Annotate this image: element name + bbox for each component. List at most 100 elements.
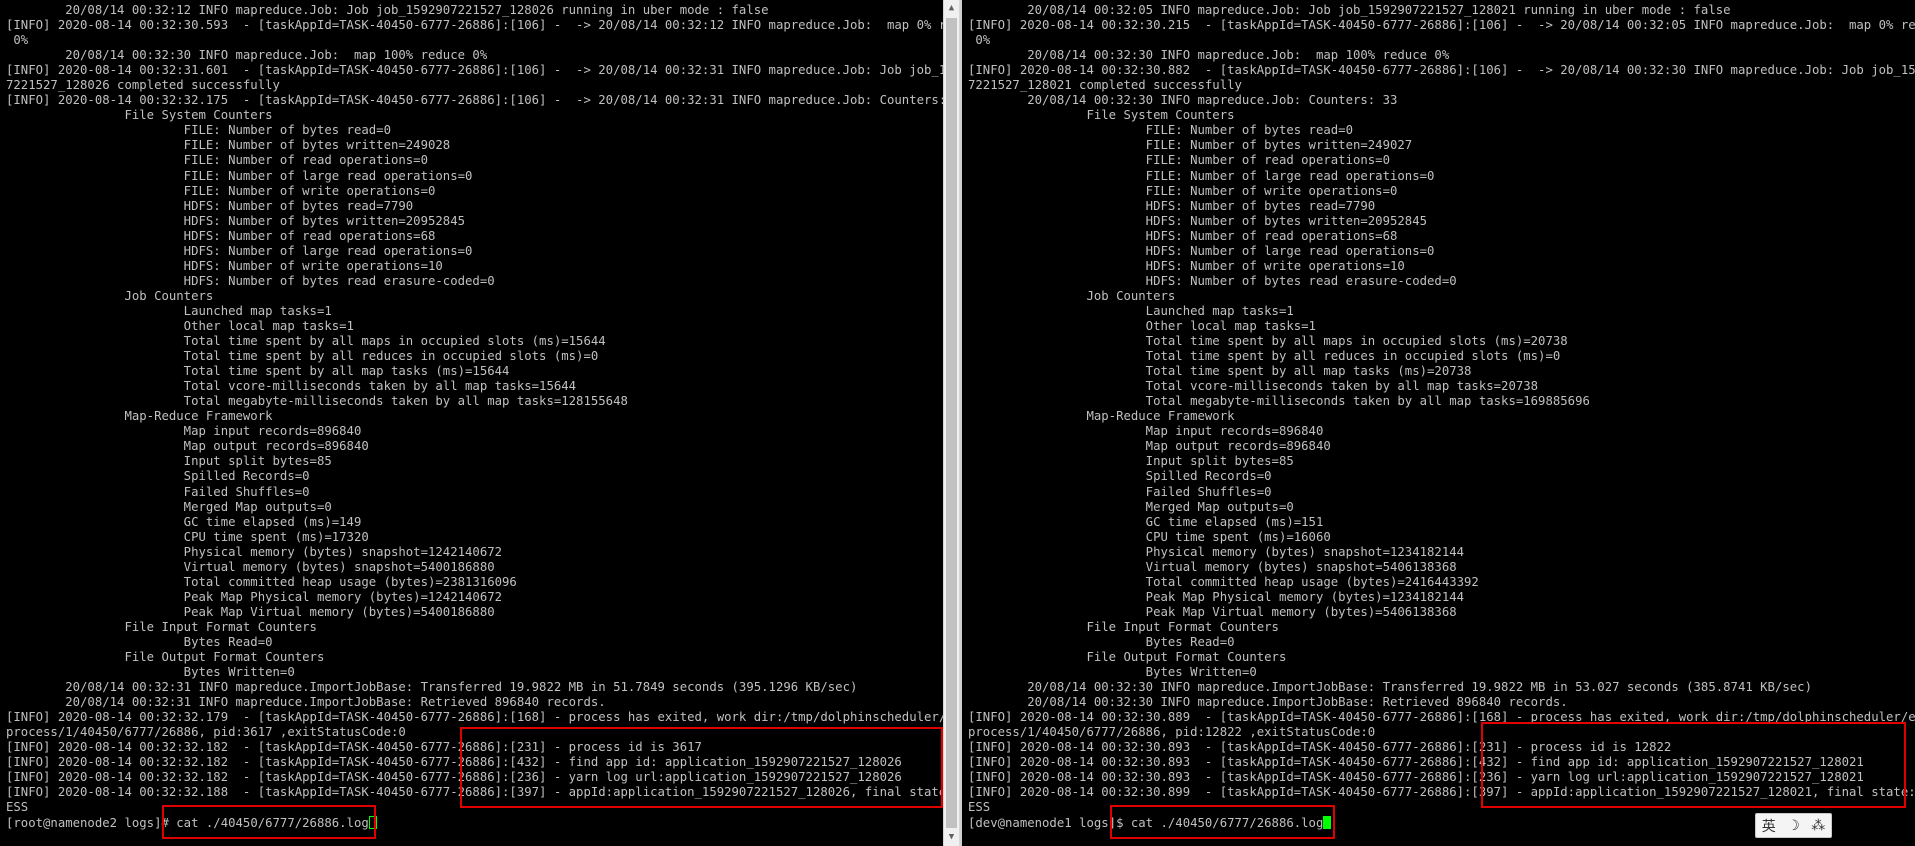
right-terminal-output-line: [INFO] 2020-08-14 00:32:30.882 - [taskAp… <box>968 63 1915 78</box>
right-terminal-output-line: FILE: Number of write operations=0 <box>968 183 1398 198</box>
left-terminal-output-line: CPU time spent (ms)=17320 <box>6 529 369 544</box>
left-terminal-output-line: ESS <box>6 800 29 815</box>
left-terminal-output-line: HDFS: Number of read operations=68 <box>6 228 436 243</box>
left-terminal-output-line: Input split bytes=85 <box>6 454 332 469</box>
right-terminal-output-line: HDFS: Number of bytes written=20952845 <box>968 213 1428 228</box>
right-terminal-pane[interactable]: 20/08/14 00:32:05 INFO mapreduce.Job: Jo… <box>962 0 1915 846</box>
left-terminal-output-line: [INFO] 2020-08-14 00:32:32.188 - [taskAp… <box>6 785 943 800</box>
left-terminal-output-line: 20/08/14 00:32:30 INFO mapreduce.Job: ma… <box>6 48 488 63</box>
right-terminal-output-line: CPU time spent (ms)=16060 <box>968 529 1331 544</box>
right-terminal-output-line: Virtual memory (bytes) snapshot=54061383… <box>968 559 1457 574</box>
left-terminal-output-line: File System Counters <box>6 108 273 123</box>
left-terminal-output-line: HDFS: Number of write operations=10 <box>6 258 443 273</box>
right-terminal-output-line: FILE: Number of large read operations=0 <box>968 168 1435 183</box>
right-terminal-output-line: FILE: Number of bytes read=0 <box>968 123 1353 138</box>
right-terminal-output: 20/08/14 00:32:05 INFO mapreduce.Job: Jo… <box>968 3 1915 831</box>
right-terminal-output-line: Total time spent by all maps in occupied… <box>968 334 1568 349</box>
right-terminal-output-line: Job Counters <box>968 288 1176 303</box>
right-terminal-output-line: File System Counters <box>968 108 1235 123</box>
right-terminal-output-line: FILE: Number of read operations=0 <box>968 153 1390 168</box>
left-scrollbar-thumb[interactable] <box>946 18 957 828</box>
right-terminal-output-line: Bytes Written=0 <box>968 665 1257 680</box>
left-terminal-output-line: FILE: Number of read operations=0 <box>6 153 428 168</box>
right-terminal-output-line: 0% <box>968 33 991 48</box>
left-terminal-output-line: [INFO] 2020-08-14 00:32:32.182 - [taskAp… <box>6 755 902 770</box>
left-terminal-output-line: Map input records=896840 <box>6 424 362 439</box>
right-terminal-output-line: GC time elapsed (ms)=151 <box>968 514 1324 529</box>
left-terminal-output-line: File Input Format Counters <box>6 619 317 634</box>
left-terminal-output-line: HDFS: Number of large read operations=0 <box>6 243 473 258</box>
right-terminal-output-line: HDFS: Number of bytes read erasure-coded… <box>968 273 1457 288</box>
right-terminal-output-line: Map-Reduce Framework <box>968 409 1235 424</box>
left-terminal-output-line: [INFO] 2020-08-14 00:32:32.179 - [taskAp… <box>6 710 943 725</box>
left-terminal-output-line: [INFO] 2020-08-14 00:32:31.601 - [taskAp… <box>6 63 943 78</box>
left-terminal-output-line: FILE: Number of large read operations=0 <box>6 168 473 183</box>
moon-icon[interactable]: ☽ <box>1787 818 1800 834</box>
left-terminal-output-line: File Output Format Counters <box>6 650 325 665</box>
left-terminal-output-line: HDFS: Number of bytes written=20952845 <box>6 213 466 228</box>
right-terminal-output-line: 20/08/14 00:32:30 INFO mapreduce.Job: Co… <box>968 93 1398 108</box>
right-terminal-output-line: Map output records=896840 <box>968 439 1331 454</box>
punctuation-icon[interactable]: ⁂ <box>1811 818 1825 834</box>
left-terminal-output-line: [INFO] 2020-08-14 00:32:30.593 - [taskAp… <box>6 18 943 33</box>
left-prompt-line[interactable]: [root@namenode2 logs]# cat ./40450/6777/… <box>6 815 937 831</box>
ime-language-toggle[interactable]: 英 <box>1762 816 1776 836</box>
left-terminal-output-line: Launched map tasks=1 <box>6 303 332 318</box>
right-terminal-output-line: Total time spent by all reduces in occup… <box>968 349 1561 364</box>
right-terminal-output-line: Input split bytes=85 <box>968 454 1294 469</box>
left-terminal-output-line: Merged Map outputs=0 <box>6 499 332 514</box>
right-terminal-output-line: 20/08/14 00:32:30 INFO mapreduce.ImportJ… <box>968 695 1568 710</box>
right-terminal-output-line: Map input records=896840 <box>968 424 1324 439</box>
left-terminal-output-line: [INFO] 2020-08-14 00:32:32.182 - [taskAp… <box>6 740 702 755</box>
left-terminal-output-line: Bytes Read=0 <box>6 634 273 649</box>
ime-toolbar[interactable]: 英 ☽ ⁂ <box>1755 813 1832 838</box>
right-terminal-output-line: [INFO] 2020-08-14 00:32:30.899 - [taskAp… <box>968 785 1915 800</box>
left-terminal-output-line: Job Counters <box>6 288 214 303</box>
right-terminal-output-line: Total committed heap usage (bytes)=24164… <box>968 574 1479 589</box>
right-terminal-output-line: Peak Map Virtual memory (bytes)=54061383… <box>968 604 1457 619</box>
right-terminal-output-line: Merged Map outputs=0 <box>968 499 1294 514</box>
left-terminal-output-line: FILE: Number of write operations=0 <box>6 183 436 198</box>
right-terminal-output-line: Physical memory (bytes) snapshot=1234182… <box>968 544 1465 559</box>
left-terminal-output-line: process/1/40450/6777/26886, pid:3617 ,ex… <box>6 725 406 740</box>
left-terminal-output-line: Peak Map Virtual memory (bytes)=54001868… <box>6 604 495 619</box>
left-terminal-output-line: [INFO] 2020-08-14 00:32:32.182 - [taskAp… <box>6 770 902 785</box>
left-terminal-output-line: Spilled Records=0 <box>6 469 310 484</box>
left-terminal-output-line: GC time elapsed (ms)=149 <box>6 514 362 529</box>
left-prompt: [root@namenode2 logs]# <box>6 815 177 830</box>
right-terminal-output-line: Total megabyte-milliseconds taken by all… <box>968 394 1590 409</box>
right-terminal-output-line: File Input Format Counters <box>968 619 1279 634</box>
left-terminal-output-line: 7221527_128026 completed successfully <box>6 78 280 93</box>
right-terminal-output-line: [INFO] 2020-08-14 00:32:30.893 - [taskAp… <box>968 755 1864 770</box>
scroll-up-arrow-icon[interactable]: ▲ <box>944 0 959 17</box>
scroll-down-arrow-icon[interactable]: ▼ <box>944 829 959 846</box>
right-terminal-output-line: FILE: Number of bytes written=249027 <box>968 138 1413 153</box>
left-terminal-output-line: Total time spent by all maps in occupied… <box>6 334 606 349</box>
left-scrollbar[interactable]: ▲ ▼ <box>943 0 960 846</box>
left-terminal-output-line: Peak Map Physical memory (bytes)=1242140… <box>6 589 503 604</box>
right-terminal-output-line: HDFS: Number of write operations=10 <box>968 258 1405 273</box>
right-terminal-output-line: Total time spent by all map tasks (ms)=2… <box>968 364 1472 379</box>
left-terminal-output-line: FILE: Number of bytes read=0 <box>6 123 391 138</box>
right-terminal-output-line: 7221527_128021 completed successfully <box>968 78 1242 93</box>
left-terminal-output-line: Physical memory (bytes) snapshot=1242140… <box>6 544 503 559</box>
right-terminal-output-line: Peak Map Physical memory (bytes)=1234182… <box>968 589 1465 604</box>
left-terminal-output-line: 20/08/14 00:32:12 INFO mapreduce.Job: Jo… <box>6 3 769 17</box>
left-terminal-output-line: Total time spent by all reduces in occup… <box>6 349 599 364</box>
left-terminal-output-line: HDFS: Number of bytes read erasure-coded… <box>6 273 495 288</box>
right-terminal-output-line: Other local map tasks=1 <box>968 318 1316 333</box>
left-terminal-output-line: 0% <box>6 33 29 48</box>
right-terminal-output-line: 20/08/14 00:32:30 INFO mapreduce.Job: ma… <box>968 48 1450 63</box>
left-terminal-pane[interactable]: 20/08/14 00:32:12 INFO mapreduce.Job: Jo… <box>0 0 943 846</box>
left-terminal-output-line: Total vcore-milliseconds taken by all ma… <box>6 379 577 394</box>
left-terminal-output-line: HDFS: Number of bytes read=7790 <box>6 198 414 213</box>
right-terminal-output-line: [INFO] 2020-08-14 00:32:30.893 - [taskAp… <box>968 770 1864 785</box>
left-command: cat ./40450/6777/26886.log <box>176 815 369 830</box>
right-terminal-output-line: Spilled Records=0 <box>968 469 1272 484</box>
left-cursor <box>368 815 377 829</box>
left-terminal-output-line: Total time spent by all map tasks (ms)=1… <box>6 364 510 379</box>
right-terminal-output-line: [INFO] 2020-08-14 00:32:30.889 - [taskAp… <box>968 710 1915 725</box>
left-terminal-output-line: Map-Reduce Framework <box>6 409 273 424</box>
right-terminal-output-line: HDFS: Number of read operations=68 <box>968 228 1398 243</box>
right-terminal-output-line: 20/08/14 00:32:30 INFO mapreduce.ImportJ… <box>968 680 1812 695</box>
